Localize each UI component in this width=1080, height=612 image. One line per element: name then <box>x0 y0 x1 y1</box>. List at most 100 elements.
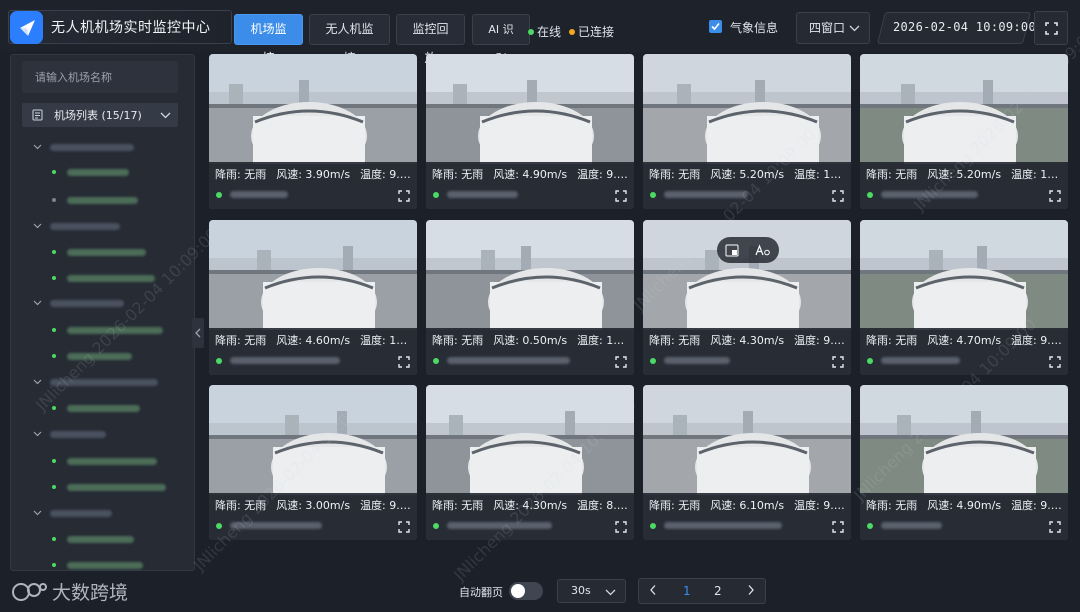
tab-ai-recognition[interactable]: AI 识别 <box>472 14 530 65</box>
wind-info: 风速: 4.30m/s <box>493 499 568 512</box>
tab-drone-monitor[interactable]: 无人机监控 <box>309 14 390 65</box>
auto-page-toggle[interactable] <box>509 582 543 600</box>
airport-group[interactable] <box>33 140 134 154</box>
camera-feed <box>426 54 634 164</box>
expand-icon[interactable] <box>1049 190 1061 202</box>
airport-item-name-redacted <box>67 168 129 176</box>
airport-item[interactable] <box>52 193 138 207</box>
status-dot-icon <box>52 170 56 174</box>
expand-icon[interactable] <box>398 521 410 533</box>
camera-tile[interactable]: 降雨: 无雨风速: 5.20m/s 温度: 10.3... <box>860 54 1068 209</box>
expand-icon[interactable] <box>398 190 410 202</box>
weather-checkbox[interactable] <box>709 20 722 33</box>
rain-value: 无雨 <box>244 499 267 512</box>
tab-airport-monitor[interactable]: 机场监控 <box>234 14 303 65</box>
tab-playback[interactable]: 监控回放 <box>396 14 465 65</box>
picture-in-picture-icon[interactable] <box>725 244 739 257</box>
temp-value: 9.30... <box>389 499 411 512</box>
airport-item[interactable] <box>52 401 140 415</box>
camera-tile[interactable]: 降雨: 无雨风速: 4.90m/s 温度: 9.10... <box>860 385 1068 540</box>
rain-value: 无雨 <box>678 168 701 181</box>
airport-item[interactable] <box>52 323 163 337</box>
camera-tile[interactable]: 降雨: 无雨风速: 3.00m/s 温度: 9.30... <box>209 385 417 540</box>
online-dot-icon <box>867 191 873 198</box>
online-label: 在线 <box>537 25 562 39</box>
temp-info: 温度: 9.70... <box>794 334 845 347</box>
temp-info: 温度: 11.0... <box>794 168 845 181</box>
window-layout-select[interactable]: 四窗口 <box>796 12 870 44</box>
airport-group[interactable] <box>33 219 120 233</box>
wind-value: 4.70m/s <box>956 334 1002 347</box>
airport-item-name-redacted <box>67 352 132 360</box>
expand-icon[interactable] <box>615 356 627 368</box>
camera-tile[interactable]: 降雨: 无雨风速: 4.90m/s 温度: 9.10... <box>426 54 634 209</box>
camera-tile[interactable]: 降雨: 无雨风速: 6.10m/s 温度: 9.50... <box>643 385 851 540</box>
brand-name: 大数跨境 <box>52 582 129 604</box>
rain-value: 无雨 <box>461 499 484 512</box>
camera-feed <box>860 220 1068 330</box>
airport-item-name-redacted <box>67 561 143 569</box>
airport-item-name-redacted <box>67 196 138 204</box>
airport-item[interactable] <box>52 558 143 572</box>
expand-icon[interactable] <box>1049 356 1061 368</box>
online-dot-icon <box>216 191 222 198</box>
page-1-button[interactable]: 1 <box>683 584 691 598</box>
next-page-button[interactable] <box>747 584 755 599</box>
page-interval-select[interactable]: 30s <box>557 579 626 603</box>
expand-icon[interactable] <box>615 190 627 202</box>
camera-feed <box>860 54 1068 164</box>
camera-tile[interactable]: 降雨: 无雨风速: 4.60m/s 温度: 10.6... <box>209 220 417 375</box>
page-2-button[interactable]: 2 <box>714 584 722 598</box>
expand-icon[interactable] <box>1049 521 1061 533</box>
camera-tile[interactable]: 降雨: 无雨风速: 0.50m/s 温度: 12.1... <box>426 220 634 375</box>
airport-name-redacted <box>664 522 782 529</box>
weather-checkbox-label[interactable]: 气象信息 <box>730 19 778 36</box>
airport-item[interactable] <box>52 454 157 468</box>
airport-item[interactable] <box>52 480 166 494</box>
rain-info: 降雨: 无雨 <box>649 499 701 512</box>
camera-tile[interactable]: 降雨: 无雨风速: 4.30m/s 温度: 8.60... <box>426 385 634 540</box>
airport-item[interactable] <box>52 532 134 546</box>
prev-page-button[interactable] <box>649 584 657 599</box>
camera-tile[interactable]: 降雨: 无雨风速: 3.90m/s 温度: 9.40... <box>209 54 417 209</box>
airport-name-redacted <box>447 522 552 529</box>
tile-info-bar: 降雨: 无雨风速: 4.90m/s 温度: 9.10... <box>860 493 1068 540</box>
online-dot-icon <box>650 357 656 364</box>
airport-item[interactable] <box>52 349 132 363</box>
camera-tile[interactable]: 降雨: 无雨风速: 5.20m/s 温度: 11.0... <box>643 54 851 209</box>
expand-icon[interactable] <box>832 521 844 533</box>
rain-info: 降雨: 无雨 <box>432 334 484 347</box>
airport-group[interactable] <box>33 506 112 520</box>
pagination: 1 2 <box>638 578 766 604</box>
airport-group[interactable] <box>33 427 106 441</box>
rain-info: 降雨: 无雨 <box>866 499 918 512</box>
airport-item[interactable] <box>52 165 129 179</box>
airport-item-name-redacted <box>67 535 134 543</box>
airport-search-input[interactable] <box>22 61 178 93</box>
chevron-down-icon <box>33 223 42 229</box>
expand-icon[interactable] <box>398 356 410 368</box>
temp-value: 12.1... <box>606 334 628 347</box>
status-dot-icon <box>52 537 56 541</box>
camera-tile[interactable]: 降雨: 无雨风速: 4.70m/s 温度: 9.30... <box>860 220 1068 375</box>
temp-info: 温度: 10.3... <box>1011 168 1062 181</box>
airport-group[interactable] <box>33 296 124 310</box>
expand-icon[interactable] <box>832 356 844 368</box>
airport-group-name-redacted <box>50 143 134 151</box>
airport-item[interactable] <box>52 271 155 285</box>
translate-icon[interactable] <box>755 243 771 257</box>
rain-value: 无雨 <box>895 499 918 512</box>
airport-item[interactable] <box>52 245 146 259</box>
airport-group[interactable] <box>33 375 158 389</box>
airport-list-header[interactable]: 机场列表 (15/17) <box>22 103 178 127</box>
expand-icon[interactable] <box>832 190 844 202</box>
expand-icon[interactable] <box>615 521 627 533</box>
airport-name-row <box>433 357 570 364</box>
fullscreen-button[interactable] <box>1034 11 1068 45</box>
connected-dot-icon <box>569 28 575 35</box>
video-overlay-tools <box>717 237 779 263</box>
toggle-knob <box>511 584 525 598</box>
weather-info: 降雨: 无雨风速: 4.30m/s 温度: 9.70... <box>649 332 845 348</box>
weather-info: 降雨: 无雨风速: 0.50m/s 温度: 12.1... <box>432 332 628 348</box>
sidebar-collapse-button[interactable] <box>192 318 204 348</box>
